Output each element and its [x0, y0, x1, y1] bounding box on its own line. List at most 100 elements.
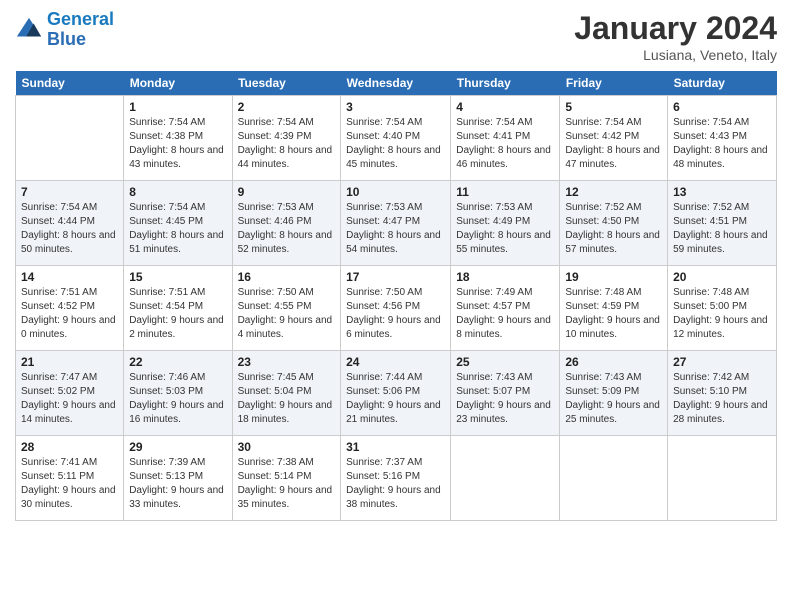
calendar-cell: 23Sunrise: 7:45 AMSunset: 5:04 PMDayligh… — [232, 351, 341, 436]
calendar-cell — [560, 436, 668, 521]
cell-info: Sunrise: 7:51 AMSunset: 4:54 PMDaylight:… — [129, 286, 226, 342]
calendar-cell: 4 Sunrise: 7:54 AMSunset: 4:41 PMDaylight… — [451, 96, 560, 181]
calendar-cell: 5 Sunrise: 7:54 AMSunset: 4:42 PMDaylight… — [560, 96, 668, 181]
date-number: 10 — [346, 185, 445, 199]
calendar-cell: 29 Sunrise: 7:39 AMSunset: 5:13 PMDayligh… — [124, 436, 232, 521]
calendar-cell: 28 Sunrise: 7:41 AMSunset: 5:11 PMDayligh… — [16, 436, 124, 521]
cell-info: Sunrise: 7:54 AMSunset: 4:39 PMDaylight:… — [238, 116, 336, 172]
page-header: General Blue January 2024 Lusiana, Venet… — [15, 10, 777, 63]
cell-info: Sunrise: 7:54 AMSunset: 4:45 PMDaylight:… — [129, 201, 226, 257]
calendar-cell: 9 Sunrise: 7:53 AMSunset: 4:46 PMDaylight… — [232, 181, 341, 266]
cell-info: Sunrise: 7:48 AMSunset: 5:00 PMDaylight:… — [673, 286, 771, 342]
cell-info: Sunrise: 7:41 AMSunset: 5:11 PMDaylight:… — [21, 456, 118, 512]
calendar-cell: 7 Sunrise: 7:54 AMSunset: 4:44 PMDaylight… — [16, 181, 124, 266]
week-row-2: 7 Sunrise: 7:54 AMSunset: 4:44 PMDaylight… — [16, 181, 777, 266]
calendar-cell: 18Sunrise: 7:49 AMSunset: 4:57 PMDayligh… — [451, 266, 560, 351]
date-number: 8 — [129, 185, 226, 199]
cell-info: Sunrise: 7:48 AMSunset: 4:59 PMDaylight:… — [565, 286, 662, 342]
date-number: 11 — [456, 185, 554, 199]
cell-info: Sunrise: 7:39 AMSunset: 5:13 PMDaylight:… — [129, 456, 226, 512]
cell-info: Sunrise: 7:51 AMSunset: 4:52 PMDaylight:… — [21, 286, 118, 342]
logo: General Blue — [15, 10, 114, 50]
calendar-cell: 10 Sunrise: 7:53 AMSunset: 4:47 PMDayligh… — [341, 181, 451, 266]
cell-info: Sunrise: 7:50 AMSunset: 4:56 PMDaylight:… — [346, 286, 445, 342]
cell-info: Sunrise: 7:52 AMSunset: 4:51 PMDaylight:… — [673, 201, 771, 257]
calendar-cell: 8 Sunrise: 7:54 AMSunset: 4:45 PMDaylight… — [124, 181, 232, 266]
date-number: 7 — [21, 185, 118, 199]
month-title: January 2024 — [574, 10, 777, 47]
calendar-cell: 16Sunrise: 7:50 AMSunset: 4:55 PMDayligh… — [232, 266, 341, 351]
cell-info: Sunrise: 7:43 AMSunset: 5:07 PMDaylight:… — [456, 371, 554, 427]
calendar-cell — [668, 436, 777, 521]
col-tuesday: Tuesday — [232, 71, 341, 96]
calendar-cell: 17 Sunrise: 7:50 AMSunset: 4:56 PMDayligh… — [341, 266, 451, 351]
cell-info: Sunrise: 7:53 AMSunset: 4:49 PMDaylight:… — [456, 201, 554, 257]
date-number: 26 — [565, 355, 662, 369]
week-row-5: 28 Sunrise: 7:41 AMSunset: 5:11 PMDayligh… — [16, 436, 777, 521]
calendar-cell: 20 Sunrise: 7:48 AMSunset: 5:00 PMDayligh… — [668, 266, 777, 351]
date-number: 30 — [238, 440, 336, 454]
header-row: Sunday Monday Tuesday Wednesday Thursday… — [16, 71, 777, 96]
calendar-table: Sunday Monday Tuesday Wednesday Thursday… — [15, 71, 777, 521]
date-number: 15 — [129, 270, 226, 284]
col-wednesday: Wednesday — [341, 71, 451, 96]
calendar-cell — [451, 436, 560, 521]
calendar-cell: 14Sunrise: 7:51 AMSunset: 4:52 PMDayligh… — [16, 266, 124, 351]
col-saturday: Saturday — [668, 71, 777, 96]
cell-info: Sunrise: 7:47 AMSunset: 5:02 PMDaylight:… — [21, 371, 118, 427]
date-number: 2 — [238, 100, 336, 114]
cell-info: Sunrise: 7:52 AMSunset: 4:50 PMDaylight:… — [565, 201, 662, 257]
date-number: 5 — [565, 100, 662, 114]
col-thursday: Thursday — [451, 71, 560, 96]
calendar-cell: 1 Sunrise: 7:54 AMSunset: 4:38 PMDaylight… — [124, 96, 232, 181]
cell-info: Sunrise: 7:54 AMSunset: 4:40 PMDaylight:… — [346, 116, 445, 172]
cell-info: Sunrise: 7:53 AMSunset: 4:46 PMDaylight:… — [238, 201, 336, 257]
date-number: 28 — [21, 440, 118, 454]
calendar-cell: 13Sunrise: 7:52 AMSunset: 4:51 PMDayligh… — [668, 181, 777, 266]
cell-info: Sunrise: 7:54 AMSunset: 4:43 PMDaylight:… — [673, 116, 771, 172]
col-monday: Monday — [124, 71, 232, 96]
cell-info: Sunrise: 7:53 AMSunset: 4:47 PMDaylight:… — [346, 201, 445, 257]
cell-info: Sunrise: 7:37 AMSunset: 5:16 PMDaylight:… — [346, 456, 445, 512]
cell-info: Sunrise: 7:45 AMSunset: 5:04 PMDaylight:… — [238, 371, 336, 427]
cell-info: Sunrise: 7:46 AMSunset: 5:03 PMDaylight:… — [129, 371, 226, 427]
calendar-cell — [16, 96, 124, 181]
date-number: 1 — [129, 100, 226, 114]
col-sunday: Sunday — [16, 71, 124, 96]
calendar-cell: 31 Sunrise: 7:37 AMSunset: 5:16 PMDayligh… — [341, 436, 451, 521]
date-number: 24 — [346, 355, 445, 369]
date-number: 31 — [346, 440, 445, 454]
date-number: 3 — [346, 100, 445, 114]
cell-info: Sunrise: 7:42 AMSunset: 5:10 PMDaylight:… — [673, 371, 771, 427]
date-number: 25 — [456, 355, 554, 369]
calendar-cell: 22Sunrise: 7:46 AMSunset: 5:03 PMDayligh… — [124, 351, 232, 436]
date-number: 6 — [673, 100, 771, 114]
calendar-cell: 15 Sunrise: 7:51 AMSunset: 4:54 PMDayligh… — [124, 266, 232, 351]
date-number: 19 — [565, 270, 662, 284]
date-number: 20 — [673, 270, 771, 284]
calendar-cell: 19 Sunrise: 7:48 AMSunset: 4:59 PMDayligh… — [560, 266, 668, 351]
logo-text: General Blue — [47, 10, 114, 50]
date-number: 29 — [129, 440, 226, 454]
title-section: January 2024 Lusiana, Veneto, Italy — [574, 10, 777, 63]
cell-info: Sunrise: 7:54 AMSunset: 4:44 PMDaylight:… — [21, 201, 118, 257]
calendar-cell: 3 Sunrise: 7:54 AMSunset: 4:40 PMDaylight… — [341, 96, 451, 181]
cell-info: Sunrise: 7:54 AMSunset: 4:41 PMDaylight:… — [456, 116, 554, 172]
cell-info: Sunrise: 7:43 AMSunset: 5:09 PMDaylight:… — [565, 371, 662, 427]
date-number: 9 — [238, 185, 336, 199]
date-number: 18 — [456, 270, 554, 284]
calendar-cell: 2 Sunrise: 7:54 AMSunset: 4:39 PMDaylight… — [232, 96, 341, 181]
calendar-cell: 6 Sunrise: 7:54 AMSunset: 4:43 PMDaylight… — [668, 96, 777, 181]
date-number: 17 — [346, 270, 445, 284]
cell-info: Sunrise: 7:44 AMSunset: 5:06 PMDaylight:… — [346, 371, 445, 427]
cell-info: Sunrise: 7:54 AMSunset: 4:38 PMDaylight:… — [129, 116, 226, 172]
calendar-cell: 30 Sunrise: 7:38 AMSunset: 5:14 PMDayligh… — [232, 436, 341, 521]
cell-info: Sunrise: 7:38 AMSunset: 5:14 PMDaylight:… — [238, 456, 336, 512]
calendar-cell: 11 Sunrise: 7:53 AMSunset: 4:49 PMDayligh… — [451, 181, 560, 266]
calendar-cell: 21Sunrise: 7:47 AMSunset: 5:02 PMDayligh… — [16, 351, 124, 436]
date-number: 4 — [456, 100, 554, 114]
calendar-cell: 25 Sunrise: 7:43 AMSunset: 5:07 PMDayligh… — [451, 351, 560, 436]
date-number: 12 — [565, 185, 662, 199]
cell-info: Sunrise: 7:54 AMSunset: 4:42 PMDaylight:… — [565, 116, 662, 172]
calendar-cell: 27Sunrise: 7:42 AMSunset: 5:10 PMDayligh… — [668, 351, 777, 436]
